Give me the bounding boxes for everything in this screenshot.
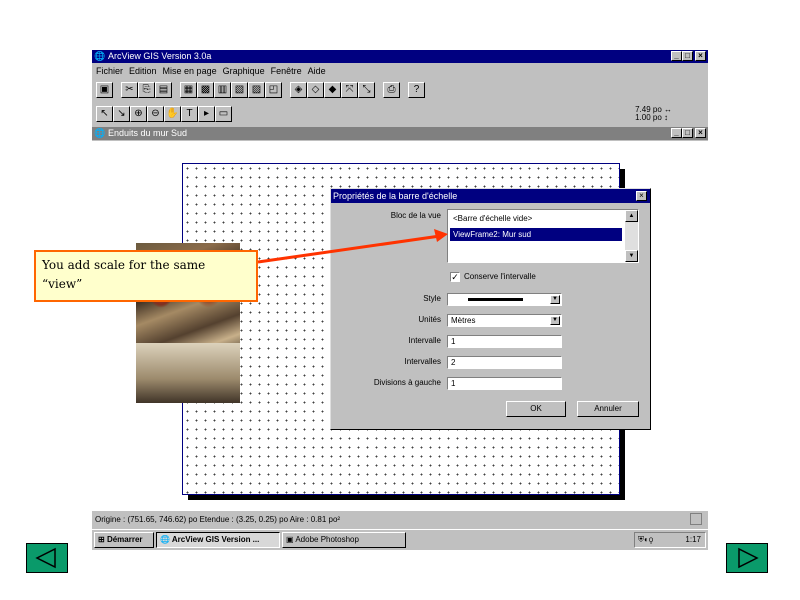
arrow-head: [434, 229, 448, 242]
triangle-right-icon: [738, 547, 759, 569]
prev-slide-button[interactable]: [26, 543, 68, 573]
triangle-left-icon: [35, 547, 56, 569]
arrow-line: [257, 234, 441, 264]
next-slide-button[interactable]: [726, 543, 768, 573]
annotation-callout: You add scale for the same “view”: [34, 250, 258, 302]
callout-line-1: You add scale for the same: [42, 258, 206, 272]
callout-line-2: “view”: [42, 277, 83, 291]
